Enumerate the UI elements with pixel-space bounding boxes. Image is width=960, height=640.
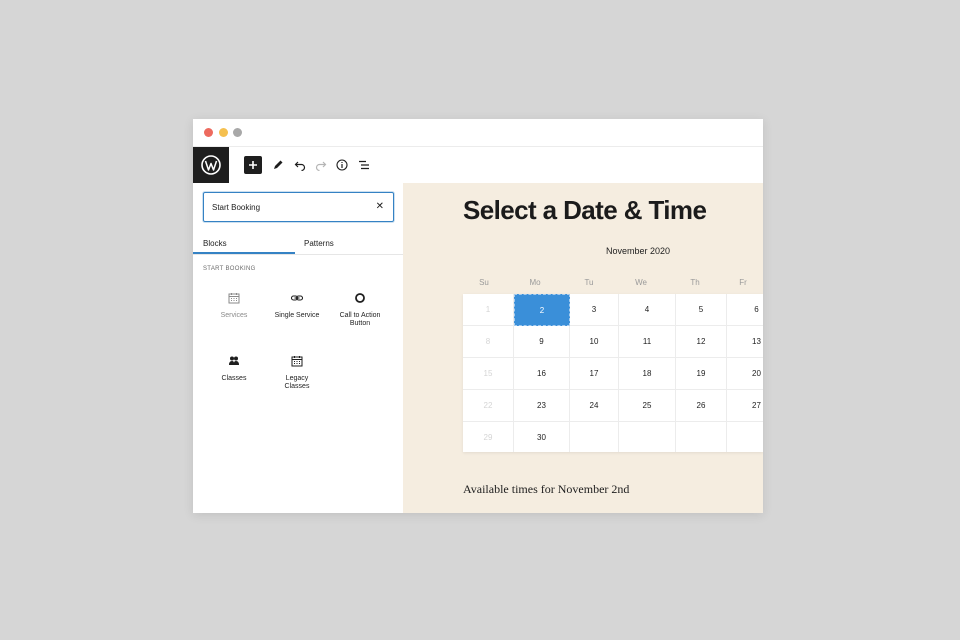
list-view-button[interactable]: [357, 156, 371, 174]
calendar-empty-cell: [570, 422, 619, 452]
weekday-label: Su: [479, 278, 489, 287]
editor-toolbar: [193, 147, 763, 183]
details-button[interactable]: [335, 156, 349, 174]
undo-button[interactable]: [293, 156, 307, 174]
calendar-empty-cell: [619, 422, 676, 452]
redo-icon: [315, 161, 327, 171]
calendar-empty-cell: [676, 422, 727, 452]
pencil-icon: [274, 160, 283, 169]
zoom-window-dot[interactable]: [233, 128, 242, 137]
calendar-day[interactable]: 17: [570, 358, 619, 390]
minimize-window-dot[interactable]: [219, 128, 228, 137]
circle-icon: [355, 293, 365, 303]
calendar-icon: [291, 356, 303, 367]
plus-icon: [249, 161, 257, 169]
calendar-day[interactable]: 11: [619, 326, 676, 358]
block-label: Services: [220, 312, 248, 319]
calendar-day[interactable]: 5: [676, 294, 727, 326]
calendar-day: 22: [463, 390, 514, 422]
calendar-day: 1: [463, 294, 514, 326]
calendar-month-label: November 2020: [606, 246, 671, 256]
calendar-day[interactable]: 24: [570, 390, 619, 422]
calendar-day[interactable]: 10: [570, 326, 619, 358]
active-tab-indicator: [193, 252, 295, 254]
editor-window: ✕ Blocks Patterns START BOOKING Services: [193, 119, 763, 513]
calendar-day[interactable]: 19: [676, 358, 727, 390]
block-call-to-action-button[interactable]: Call to Action Button: [330, 291, 390, 328]
calendar-day[interactable]: 30: [514, 422, 570, 452]
page-title[interactable]: Select a Date & Time: [463, 195, 707, 226]
calendar-day[interactable]: 20: [727, 358, 763, 390]
redo-button[interactable]: [314, 156, 328, 174]
block-label: Legacy Classes: [284, 375, 310, 390]
weekday-label: We: [635, 278, 647, 287]
calendar-day[interactable]: 12: [676, 326, 727, 358]
close-window-dot[interactable]: [204, 128, 213, 137]
calendar-day[interactable]: 16: [514, 358, 570, 390]
tab-blocks[interactable]: Blocks: [203, 236, 227, 258]
calendar-day: 15: [463, 358, 514, 390]
tab-patterns[interactable]: Patterns: [304, 236, 334, 258]
list-view-icon: [359, 160, 369, 170]
calendar-day[interactable]: 2: [514, 294, 570, 326]
calendar-empty-cell: [727, 422, 763, 452]
calendar-grid: 1 2 3 4 5 6 8 9 10 11 12 13 15 16 17 18 19 20 22 23 24 25 26 27…: [463, 294, 763, 452]
info-icon: [336, 159, 348, 171]
add-block-button[interactable]: [244, 156, 262, 174]
undo-icon: [294, 161, 306, 171]
calendar-day: 29: [463, 422, 514, 452]
edit-tool-button[interactable]: [271, 156, 285, 174]
block-search-input[interactable]: [212, 199, 372, 215]
block-label: Single Service: [274, 312, 320, 319]
block-category-title: START BOOKING: [203, 266, 256, 272]
link-icon: [290, 295, 304, 301]
block-label: Call to Action Button: [339, 312, 381, 327]
weekday-label: Fr: [739, 278, 747, 287]
group-icon: [229, 356, 239, 365]
weekday-label: Mo: [529, 278, 541, 287]
title-bar: [193, 119, 763, 147]
available-times-heading: Available times for November 2nd: [463, 482, 630, 496]
calendar-day[interactable]: 6: [727, 294, 763, 326]
calendar-icon: [228, 293, 240, 304]
block-label: Classes: [221, 375, 247, 382]
close-icon[interactable]: ✕: [376, 199, 384, 215]
calendar-day[interactable]: 9: [514, 326, 570, 358]
calendar-day[interactable]: 27: [727, 390, 763, 422]
wordpress-icon[interactable]: [193, 147, 229, 183]
block-search-field[interactable]: ✕: [203, 192, 394, 222]
inserter-tabs: Blocks Patterns: [193, 233, 403, 255]
weekday-label: Tu: [584, 278, 594, 287]
calendar-day[interactable]: 23: [514, 390, 570, 422]
calendar-day[interactable]: 13: [727, 326, 763, 358]
editor-canvas: Select a Date & Time November 2020 Su Mo…: [403, 183, 763, 513]
block-legacy-classes[interactable]: Legacy Classes: [267, 354, 327, 391]
block-inserter-panel: ✕ Blocks Patterns START BOOKING Services: [193, 183, 403, 513]
weekday-label: Th: [690, 278, 700, 287]
block-classes[interactable]: Classes: [204, 354, 264, 383]
calendar-day[interactable]: 25: [619, 390, 676, 422]
calendar-day[interactable]: 4: [619, 294, 676, 326]
calendar-day[interactable]: 3: [570, 294, 619, 326]
calendar-day[interactable]: 18: [619, 358, 676, 390]
block-single-service[interactable]: Single Service: [267, 291, 327, 320]
calendar-day: 8: [463, 326, 514, 358]
block-services[interactable]: Services: [204, 291, 264, 320]
calendar-day[interactable]: 26: [676, 390, 727, 422]
